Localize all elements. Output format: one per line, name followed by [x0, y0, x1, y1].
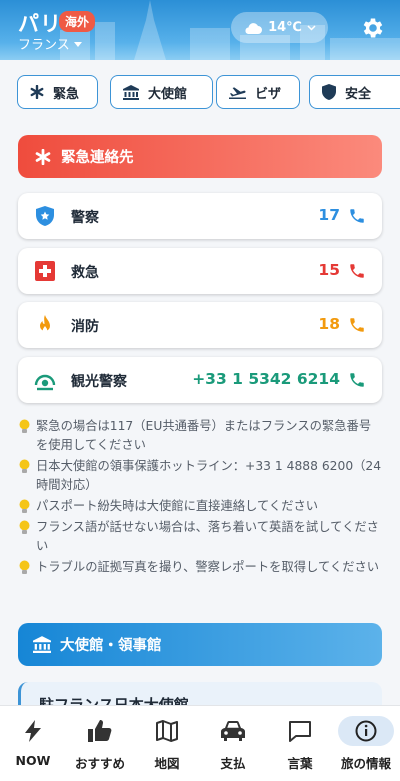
lightbulb-icon — [19, 499, 30, 513]
country-selector[interactable]: フランス — [18, 34, 82, 53]
thumbs-up-icon — [88, 720, 112, 742]
embassy-section-header: 大使館・領事館 — [18, 623, 382, 666]
emergency-section-title: 緊急連絡先 — [61, 150, 134, 166]
lightbulb-icon — [19, 419, 30, 433]
phone-icon[interactable] — [348, 207, 366, 225]
lightbulb-icon — [19, 459, 30, 473]
tip-item: 緊急の場合は117（EU共通番号）またはフランスの緊急番号を使用してください — [18, 417, 382, 455]
cloud-icon — [245, 22, 263, 34]
tip-text: トラブルの証拠写真を撮り、警察レポートを取得してください — [36, 560, 380, 574]
lightbulb-icon — [19, 560, 30, 574]
contact-label: 救急 — [71, 265, 99, 281]
bank-icon — [33, 636, 51, 653]
chat-icon — [289, 721, 311, 742]
nav-now[interactable]: NOW — [0, 706, 66, 776]
phone-icon[interactable] — [348, 371, 366, 389]
temperature: 14℃ — [268, 20, 302, 35]
nav-label: おすすめ — [74, 756, 125, 771]
contact-label: 観光警察 — [71, 374, 127, 390]
tip-text: 日本大使館の領事保護ホットライン：+33 1 4888 6200（24時間対応） — [36, 459, 382, 492]
chip-emergency[interactable]: 緊急 — [17, 75, 98, 109]
chip-embassy-label: 大使館 — [148, 86, 188, 102]
contact-number[interactable]: 17 — [318, 206, 340, 224]
bank-icon — [123, 84, 139, 100]
bottom-navigation: NOW おすすめ 地図 支払 言葉 旅の情報 — [0, 705, 400, 781]
contact-number[interactable]: 18 — [318, 315, 340, 333]
fire-icon — [40, 315, 50, 333]
nav-label: 地図 — [154, 756, 180, 771]
lightbulb-icon — [19, 520, 30, 534]
contact-row-ambulance[interactable]: 救急 15 — [18, 248, 382, 294]
overseas-badge: 海外 — [59, 11, 96, 32]
country-label: フランス — [18, 38, 70, 53]
gear-icon[interactable] — [360, 15, 386, 41]
contact-row-police[interactable]: 警察 17 — [18, 193, 382, 239]
tip-text: パスポート紛失時は大使館に直接連絡してください — [36, 499, 319, 513]
tip-item: トラブルの証拠写真を撮り、警察レポートを取得してください — [18, 558, 382, 577]
phone-icon[interactable] — [348, 316, 366, 334]
nav-payment[interactable]: 支払 — [200, 706, 266, 776]
nav-travel-info[interactable]: 旅の情報 — [333, 706, 399, 776]
chevron-down-icon — [307, 24, 316, 31]
contact-label: 警察 — [71, 210, 99, 226]
app-header: パリ 海外 フランス 14℃ — [0, 0, 400, 60]
tip-text: フランス語が話せない場合は、落ち着いて英語を試してください — [36, 520, 379, 553]
asterisk-icon — [35, 148, 51, 165]
chip-safety-label: 安全 — [345, 86, 372, 102]
nav-label: 言葉 — [287, 756, 313, 771]
chip-visa-label: ビザ — [255, 86, 282, 102]
bolt-icon — [25, 720, 41, 742]
nav-map[interactable]: 地図 — [134, 706, 200, 776]
phone-icon[interactable] — [348, 262, 366, 280]
chip-emergency-label: 緊急 — [53, 86, 80, 102]
nav-phrases[interactable]: 言葉 — [267, 706, 333, 776]
police-badge-icon — [36, 206, 54, 226]
embassy-section-title: 大使館・領事館 — [60, 638, 162, 654]
tip-item: 日本大使館の領事保護ホットライン：+33 1 4888 6200（24時間対応） — [18, 457, 382, 495]
tip-item: パスポート紛失時は大使館に直接連絡してください — [18, 497, 382, 516]
contact-row-tourist-police[interactable]: 観光警察 +33 1 5342 6214 — [18, 357, 382, 403]
car-icon — [221, 721, 245, 741]
nav-label: 旅の情報 — [340, 756, 391, 771]
emergency-tips-list: 緊急の場合は117（EU共通番号）またはフランスの緊急番号を使用してください 日… — [18, 417, 382, 579]
medical-cross-icon — [35, 261, 55, 281]
contact-row-fire[interactable]: 消防 18 — [18, 302, 382, 348]
chip-safety[interactable]: 安全 — [309, 75, 400, 109]
nav-label: 支払 — [220, 756, 246, 771]
nav-label: NOW — [15, 753, 51, 768]
info-icon — [355, 720, 377, 742]
tip-item: フランス語が話せない場合は、落ち着いて英語を試してください — [18, 518, 382, 556]
chip-visa[interactable]: ビザ — [216, 75, 300, 109]
weather-button[interactable]: 14℃ — [231, 12, 328, 43]
plane-icon — [229, 87, 246, 99]
chip-embassy[interactable]: 大使館 — [110, 75, 213, 109]
map-icon — [156, 720, 178, 742]
contact-label: 消防 — [71, 319, 99, 335]
nav-recommend[interactable]: おすすめ — [67, 706, 133, 776]
asterisk-icon — [30, 85, 44, 99]
caret-down-icon — [73, 42, 82, 47]
contact-number[interactable]: +33 1 5342 6214 — [192, 370, 340, 388]
tourist-police-icon — [34, 374, 56, 391]
shield-icon — [322, 84, 336, 100]
emergency-section-header: 緊急連絡先 — [18, 135, 382, 178]
tip-text: 緊急の場合は117（EU共通番号）またはフランスの緊急番号を使用してください — [36, 419, 372, 452]
contact-number[interactable]: 15 — [318, 261, 340, 279]
quick-category-chips: 緊急 大使館 ビザ 安全 — [17, 75, 400, 109]
